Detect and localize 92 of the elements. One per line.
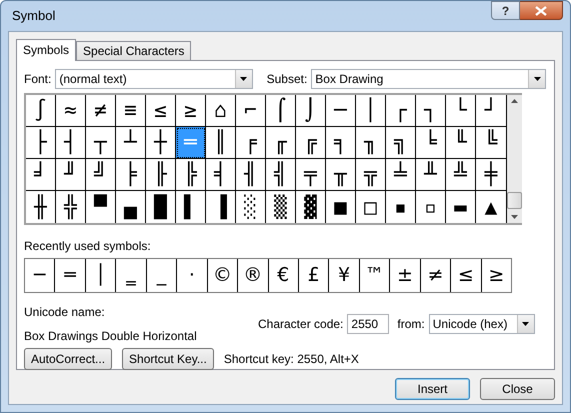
recent-symbol-cell[interactable]: ≥ xyxy=(482,259,511,292)
recent-symbol-cell[interactable]: ═ xyxy=(55,259,86,292)
symbol-cell[interactable]: ≠ xyxy=(86,95,116,127)
scroll-up-icon[interactable] xyxy=(511,99,518,103)
symbol-cell[interactable]: ╥ xyxy=(326,159,356,191)
recent-symbol-cell[interactable]: · xyxy=(177,259,208,292)
symbol-cell[interactable]: ╓ xyxy=(266,127,296,159)
recent-symbol-cell[interactable]: £ xyxy=(298,259,330,292)
symbol-cell[interactable]: ≈ xyxy=(56,95,86,127)
symbol-cell[interactable]: ╔ xyxy=(296,127,326,159)
symbol-cell[interactable]: ╜ xyxy=(56,159,86,191)
symbol-cell[interactable]: ╝ xyxy=(86,159,116,191)
from-label: from: xyxy=(397,316,425,333)
recent-symbol-cell[interactable]: © xyxy=(208,259,238,292)
symbol-cell[interactable]: ╡ xyxy=(206,159,236,191)
unicode-name-label: Unicode name: xyxy=(24,304,106,321)
symbol-cell[interactable]: ╢ xyxy=(236,159,266,191)
subset-label: Subset: xyxy=(266,71,308,88)
symbol-cell[interactable]: ⌡ xyxy=(296,95,326,127)
caret-icon xyxy=(534,77,540,81)
symbol-cell[interactable]: ╘ xyxy=(416,127,446,159)
symbol-cell[interactable]: ╙ xyxy=(446,127,476,159)
tab[interactable]: Special Characters xyxy=(76,41,192,60)
recent-symbol-cell[interactable]: ± xyxy=(390,259,421,292)
symbol-cell[interactable]: ╨ xyxy=(416,159,446,191)
recent-symbol-cell[interactable]: ≠ xyxy=(420,259,452,292)
symbol-cell[interactable]: ╞ xyxy=(116,159,146,191)
from-dropdown[interactable]: Unicode (hex) xyxy=(428,314,535,334)
symbol-cell[interactable]: ┘ xyxy=(476,95,506,127)
symbol-cell[interactable]: ├ xyxy=(26,127,56,159)
dialog-button[interactable]: Shortcut Key... xyxy=(122,348,214,370)
recent-symbol-cell[interactable]: _ xyxy=(146,259,178,292)
symbol-cell[interactable]: ≡ xyxy=(116,95,146,127)
recent-symbol-cell[interactable]: ™ xyxy=(360,259,390,292)
close-button[interactable] xyxy=(520,1,563,20)
symbol-cell[interactable]: ╦ xyxy=(356,159,386,191)
symbol-cell[interactable]: ╣ xyxy=(266,159,296,191)
window-title: Symbol xyxy=(11,7,56,26)
symbol-cell[interactable]: ≥ xyxy=(176,95,206,127)
symbol-cell[interactable]: └ xyxy=(446,95,476,127)
character-code-label: Character code: xyxy=(258,316,344,333)
symbol-cell[interactable]: ╪ xyxy=(476,159,506,191)
symbol-cell[interactable]: ┬ xyxy=(86,127,116,159)
recent-symbols-label: Recently used symbols: xyxy=(24,238,152,255)
symbol-cell[interactable]: ∫ xyxy=(26,95,56,127)
unicode-name-value: Box Drawings Double Horizontal xyxy=(24,328,198,345)
close-icon xyxy=(535,6,547,16)
symbol-cell[interactable]: │ xyxy=(356,95,386,127)
symbol-cell[interactable]: ┼ xyxy=(146,127,176,159)
symbol-cell[interactable]: ─ xyxy=(326,95,356,127)
dialog-button[interactable]: Insert xyxy=(395,378,470,400)
symbol-cell[interactable]: ╗ xyxy=(386,127,416,159)
symbol-cell[interactable]: ╖ xyxy=(356,127,386,159)
help-button[interactable]: ? xyxy=(491,1,520,20)
symbol-cell[interactable]: ┌ xyxy=(386,95,416,127)
recent-symbol-cell[interactable]: ≤ xyxy=(451,259,482,292)
subset-dropdown[interactable]: Box Drawing xyxy=(311,69,546,89)
symbol-cell[interactable]: ┤ xyxy=(56,127,86,159)
symbol-cell[interactable]: ╩ xyxy=(446,159,476,191)
font-label: Font: xyxy=(24,71,52,88)
symbol-cell[interactable]: ⌠ xyxy=(266,95,296,127)
recent-symbol-cell[interactable]: ¥ xyxy=(329,259,360,292)
symbol-cell[interactable]: ┐ xyxy=(416,95,446,127)
scroll-down-icon[interactable] xyxy=(511,215,518,219)
recent-symbol-cell[interactable]: │ xyxy=(86,259,116,292)
symbol-cell[interactable]: ╤ xyxy=(296,159,326,191)
recent-symbol-cell[interactable]: € xyxy=(268,259,299,292)
recent-symbol-cell[interactable]: ‗ xyxy=(116,259,147,292)
symbol-cell[interactable]: ┴ xyxy=(116,127,146,159)
symbol-cell[interactable]: ⌂ xyxy=(206,95,236,127)
symbol-cell[interactable]: ╟ xyxy=(146,159,176,191)
dialog-button[interactable]: Close xyxy=(480,378,555,400)
symbol-cell[interactable]: ≤ xyxy=(146,95,176,127)
symbol-cell[interactable]: ⌐ xyxy=(236,95,266,127)
scroll-thumb[interactable] xyxy=(507,192,522,209)
recent-symbol-cell[interactable]: ® xyxy=(238,259,268,292)
recent-symbol-cell[interactable]: ─ xyxy=(25,259,56,292)
shortcut-key-text: Shortcut key: 2550, Alt+X xyxy=(224,351,359,368)
symbol-cell[interactable]: ╠ xyxy=(176,159,206,191)
symbol-cell[interactable]: ╛ xyxy=(26,159,56,191)
tab[interactable]: Symbols xyxy=(16,39,76,61)
dialog-button[interactable]: AutoCorrect... xyxy=(24,348,112,370)
font-dropdown[interactable]: (normal text) xyxy=(55,69,253,89)
symbol-cell[interactable]: ╕ xyxy=(326,127,356,159)
character-code-field[interactable]: 2550 xyxy=(347,314,390,334)
caret-icon xyxy=(240,77,248,81)
symbol-cell[interactable]: ╒ xyxy=(236,127,266,159)
scrollbar[interactable] xyxy=(507,95,522,223)
symbol-cell[interactable]: ╧ xyxy=(386,159,416,191)
caret-icon xyxy=(522,322,530,326)
symbol-cell[interactable]: ║ xyxy=(206,127,236,159)
symbol-cell[interactable]: ╚ xyxy=(476,127,506,159)
